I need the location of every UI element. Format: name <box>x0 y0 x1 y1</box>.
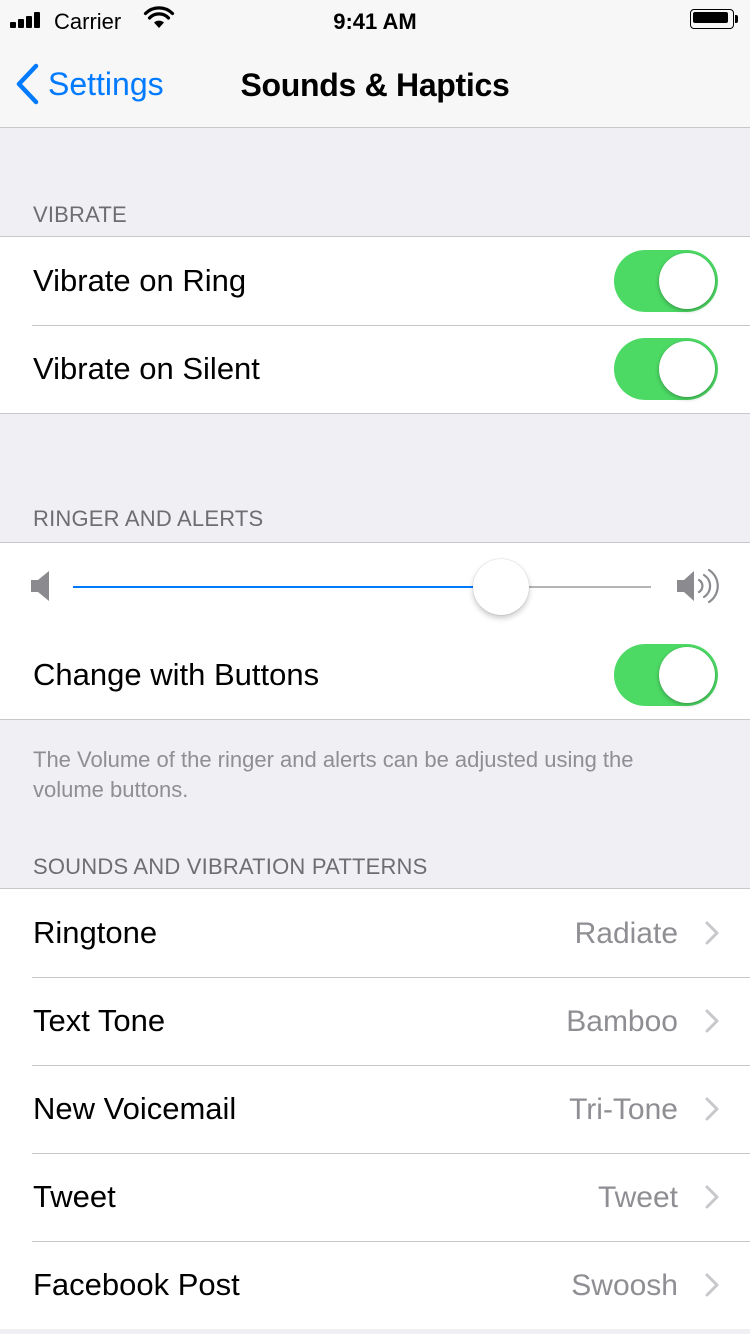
section-header-sounds: SOUNDS AND VIBRATION PATTERNS <box>33 854 428 879</box>
chevron-right-icon <box>705 1097 719 1121</box>
new-voicemail-label: New Voicemail <box>33 1091 237 1126</box>
change-with-buttons-toggle[interactable] <box>614 644 718 706</box>
tweet-label: Tweet <box>33 1179 116 1214</box>
vibrate-on-silent-row: Vibrate on Silent <box>0 325 750 413</box>
status-bar: Carrier 9:41 AM <box>0 0 750 40</box>
chevron-right-icon <box>705 1273 719 1297</box>
ringtone-value: Radiate <box>574 917 678 950</box>
vibrate-on-silent-label: Vibrate on Silent <box>33 351 260 386</box>
facebook-post-label: Facebook Post <box>33 1267 240 1302</box>
page-title: Sounds & Haptics <box>240 67 510 103</box>
text-tone-value: Bamboo <box>566 1005 678 1038</box>
chevron-right-icon <box>705 1185 719 1209</box>
ringer-group: Change with Buttons <box>0 542 750 720</box>
vibrate-on-ring-label: Vibrate on Ring <box>33 263 247 298</box>
chevron-right-icon <box>705 1009 719 1033</box>
chevron-right-icon <box>705 921 719 945</box>
volume-slider-fill <box>73 586 501 588</box>
volume-slider-thumb[interactable] <box>472 559 529 615</box>
change-with-buttons-row: Change with Buttons <box>0 631 750 719</box>
facebook-post-row[interactable]: Facebook Post Swoosh <box>0 1241 750 1329</box>
volume-low-icon <box>31 571 49 601</box>
ringer-footer-note: The Volume of the ringer and alerts can … <box>33 747 634 802</box>
ringtone-label: Ringtone <box>33 915 158 950</box>
navigation-bar: Settings Sounds & Haptics <box>0 40 750 128</box>
volume-high-icon <box>677 568 719 604</box>
tweet-value: Tweet <box>597 1181 678 1214</box>
new-voicemail-value: Tri-Tone <box>569 1093 678 1126</box>
change-with-buttons-label: Change with Buttons <box>33 657 320 692</box>
toggle-knob <box>659 253 715 309</box>
volume-slider-row <box>0 543 750 631</box>
vibrate-on-ring-row: Vibrate on Ring <box>0 237 750 325</box>
toggle-knob <box>659 647 715 703</box>
tweet-row[interactable]: Tweet Tweet <box>0 1153 750 1241</box>
vibrate-group: Vibrate on Ring Vibrate on Silent <box>0 236 750 414</box>
vibrate-on-ring-toggle[interactable] <box>614 250 718 312</box>
sounds-group: Ringtone Radiate Text Tone Bamboo New Vo… <box>0 888 750 1329</box>
text-tone-row[interactable]: Text Tone Bamboo <box>0 977 750 1065</box>
section-header-vibrate: VIBRATE <box>33 202 127 227</box>
facebook-post-value: Swoosh <box>571 1269 678 1302</box>
clock: 9:41 AM <box>333 9 417 34</box>
section-header-ringer: RINGER AND ALERTS <box>33 506 264 531</box>
ringtone-row[interactable]: Ringtone Radiate <box>0 889 750 977</box>
vibrate-on-silent-toggle[interactable] <box>614 338 718 400</box>
volume-slider[interactable] <box>73 559 651 615</box>
battery-icon <box>690 9 740 31</box>
toggle-knob <box>659 341 715 397</box>
text-tone-label: Text Tone <box>33 1003 166 1038</box>
new-voicemail-row[interactable]: New Voicemail Tri-Tone <box>0 1065 750 1153</box>
